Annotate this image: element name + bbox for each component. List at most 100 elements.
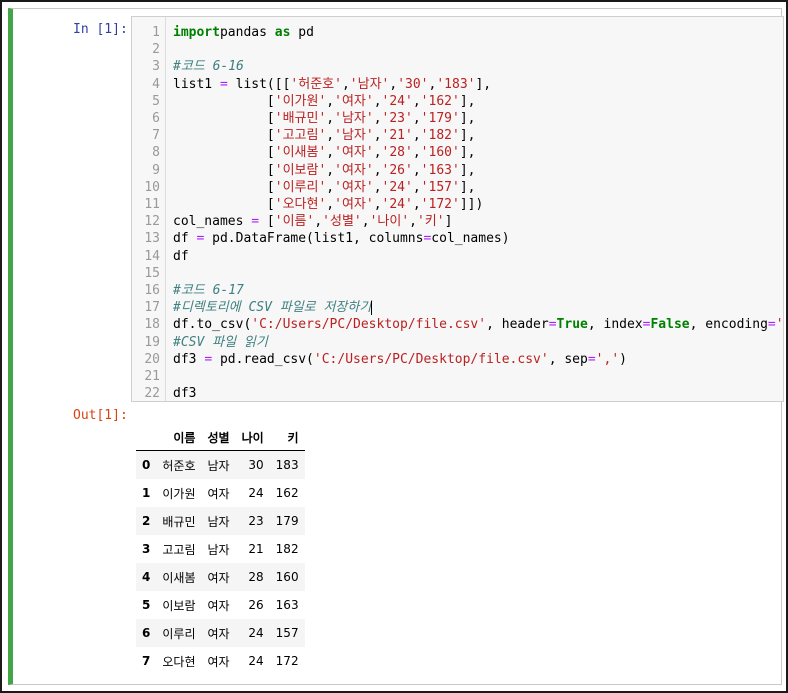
code-line[interactable]: 1 importpandas as pd [132, 24, 783, 41]
code-token: '여자' [334, 197, 374, 212]
code-line[interactable]: 9 ['이보람','여자','26','163'], [132, 162, 783, 179]
code-token: '남자' [349, 76, 390, 92]
code-line[interactable]: 22 df3 [132, 385, 783, 401]
text-cursor [371, 300, 373, 315]
table-cell: 이새봄 [156, 563, 202, 591]
code-token: pd [290, 25, 314, 40]
code-token: '이보람' [274, 162, 327, 178]
code-token: , [326, 179, 335, 195]
table-cell: 여자 [201, 619, 236, 647]
code-line[interactable]: 15 [132, 265, 783, 282]
table-cell: 21 [248, 542, 264, 556]
code-line[interactable]: 19 #CSV 파일 읽기 [132, 334, 783, 351]
line-number: 7 [152, 128, 160, 144]
code-text: df.to_csv('C:/Users/PC/Desktop/file.csv'… [173, 316, 783, 333]
code-token: , [326, 128, 335, 144]
line-number: 5 [152, 93, 160, 109]
line-number: 16 [144, 283, 160, 298]
code-line[interactable]: 11 ['오다현','여자','24','172']]) [132, 196, 783, 213]
code-token: , [314, 214, 323, 230]
code-token: ], [459, 162, 476, 178]
column-header-name: 이름 [156, 424, 202, 451]
code-token: False [650, 317, 690, 333]
code-line[interactable]: 2 [132, 41, 783, 58]
code-text: #CSV 파일 읽기 [173, 334, 268, 351]
code-line[interactable]: 16 #코드 6-17 [132, 282, 783, 299]
output-prompt: Out[1]: [73, 408, 128, 423]
input-prompt: In [1]: [73, 22, 128, 37]
line-number: 13 [144, 231, 160, 247]
table-cell: 남자 [201, 507, 236, 535]
table-row: 0 허준호 남자 30 183 [136, 450, 305, 479]
code-token: df3 [173, 351, 205, 367]
code-token: '성별' [322, 214, 362, 230]
code-token: '23' [381, 111, 413, 126]
code-token: col_names) [431, 231, 510, 247]
line-number: 15 [144, 265, 160, 281]
code-line[interactable]: 10 ['이루리','여자','24','157'], [132, 179, 783, 196]
code-line[interactable]: 12 col_names = ['이름','성별','나이','키'] [132, 213, 783, 230]
code-token: ], [459, 111, 476, 126]
code-token: '24' [381, 197, 413, 212]
code-text: #디렉토리에 CSV 파일로 저장하기 [173, 299, 373, 316]
code-token: , [409, 214, 417, 230]
line-number: 1 [152, 25, 160, 40]
code-token: , [373, 93, 382, 109]
code-line[interactable]: 6 ['배규민','남자','23','179'], [132, 110, 783, 127]
code-token: #CSV 파일 읽기 [173, 334, 268, 350]
code-editor[interactable]: 1 importpandas as pd 2 3 #코드 6-16 4 list1 = li… [131, 16, 784, 402]
code-line[interactable]: 18 df.to_csv('C:/Users/PC/Desktop/file.cs… [132, 316, 783, 333]
code-line[interactable]: 7 ['고고림','남자','21','182'], [132, 127, 783, 144]
code-line[interactable]: 8 ['이새봄','여자','28','160'], [132, 144, 783, 161]
code-line[interactable]: 14 df [132, 248, 783, 265]
code-token: = [204, 351, 213, 367]
table-cell: 182 [275, 542, 299, 556]
code-line[interactable]: 13 df = pd.DataFrame(list1, columns=col_n… [132, 230, 783, 247]
code-token: '키' [416, 214, 445, 230]
table-row: 3 고고림 남자 21 182 [136, 535, 305, 563]
code-text: df3 [173, 385, 196, 401]
code-token: '163' [420, 162, 460, 178]
code-line[interactable]: 17 #디렉토리에 CSV 파일로 저장하기 [132, 299, 783, 316]
index-header [136, 424, 157, 451]
table-row: 1 이가원 여자 24 162 [136, 479, 305, 507]
table-row: 5 이보람 여자 26 163 [136, 591, 305, 619]
code-line[interactable]: 4 list1 = list([['허준호','남자','30','183'], [132, 76, 783, 93]
table-cell: 162 [275, 486, 299, 500]
table-cell: 30 [235, 450, 270, 479]
code-text: ['이새봄','여자','28','160'], [173, 144, 476, 161]
code-line[interactable]: 21 [132, 368, 783, 385]
code-token: #코드 6-16 [173, 59, 244, 75]
code-token: #코드 6-17 [173, 283, 244, 298]
code-token: , [412, 162, 421, 178]
code-token: #디렉토리에 CSV 파일로 저장하기 [173, 300, 372, 316]
code-token: ',' [595, 351, 620, 367]
line-number: 2 [152, 42, 160, 58]
code-token: list1 [173, 76, 220, 92]
code-token: , [412, 111, 421, 126]
line-number: 3 [152, 59, 160, 75]
code-token: , [326, 197, 335, 212]
row-index: 2 [136, 507, 157, 535]
code-token: , [373, 197, 382, 212]
code-token: '172' [420, 197, 460, 212]
code-token: pd.DataFrame(list1, columns [204, 231, 424, 247]
line-number: 20 [144, 351, 160, 367]
line-number: 19 [144, 334, 160, 350]
table-row: 7 오다현 여자 24 172 [136, 647, 305, 675]
code-token: , [326, 145, 335, 161]
column-header-gender: 성별 [201, 424, 236, 451]
code-text: #코드 6-17 [173, 282, 244, 299]
code-token: [ [173, 111, 275, 126]
code-token: ], [459, 145, 476, 161]
table-cell: 23 [235, 507, 270, 535]
code-token: '24' [381, 179, 413, 195]
code-line[interactable]: 3 #코드 6-16 [132, 58, 783, 75]
code-token: ] [444, 214, 453, 230]
code-token: '이름' [274, 214, 315, 230]
code-line[interactable]: 20 df3 = pd.read_csv('C:/Users/PC/Desktop… [132, 351, 783, 368]
row-index: 6 [136, 619, 157, 647]
code-token: '21' [381, 128, 413, 144]
table-cell: 157 [269, 619, 305, 647]
code-line[interactable]: 5 ['이가원','여자','24','162'], [132, 93, 783, 110]
